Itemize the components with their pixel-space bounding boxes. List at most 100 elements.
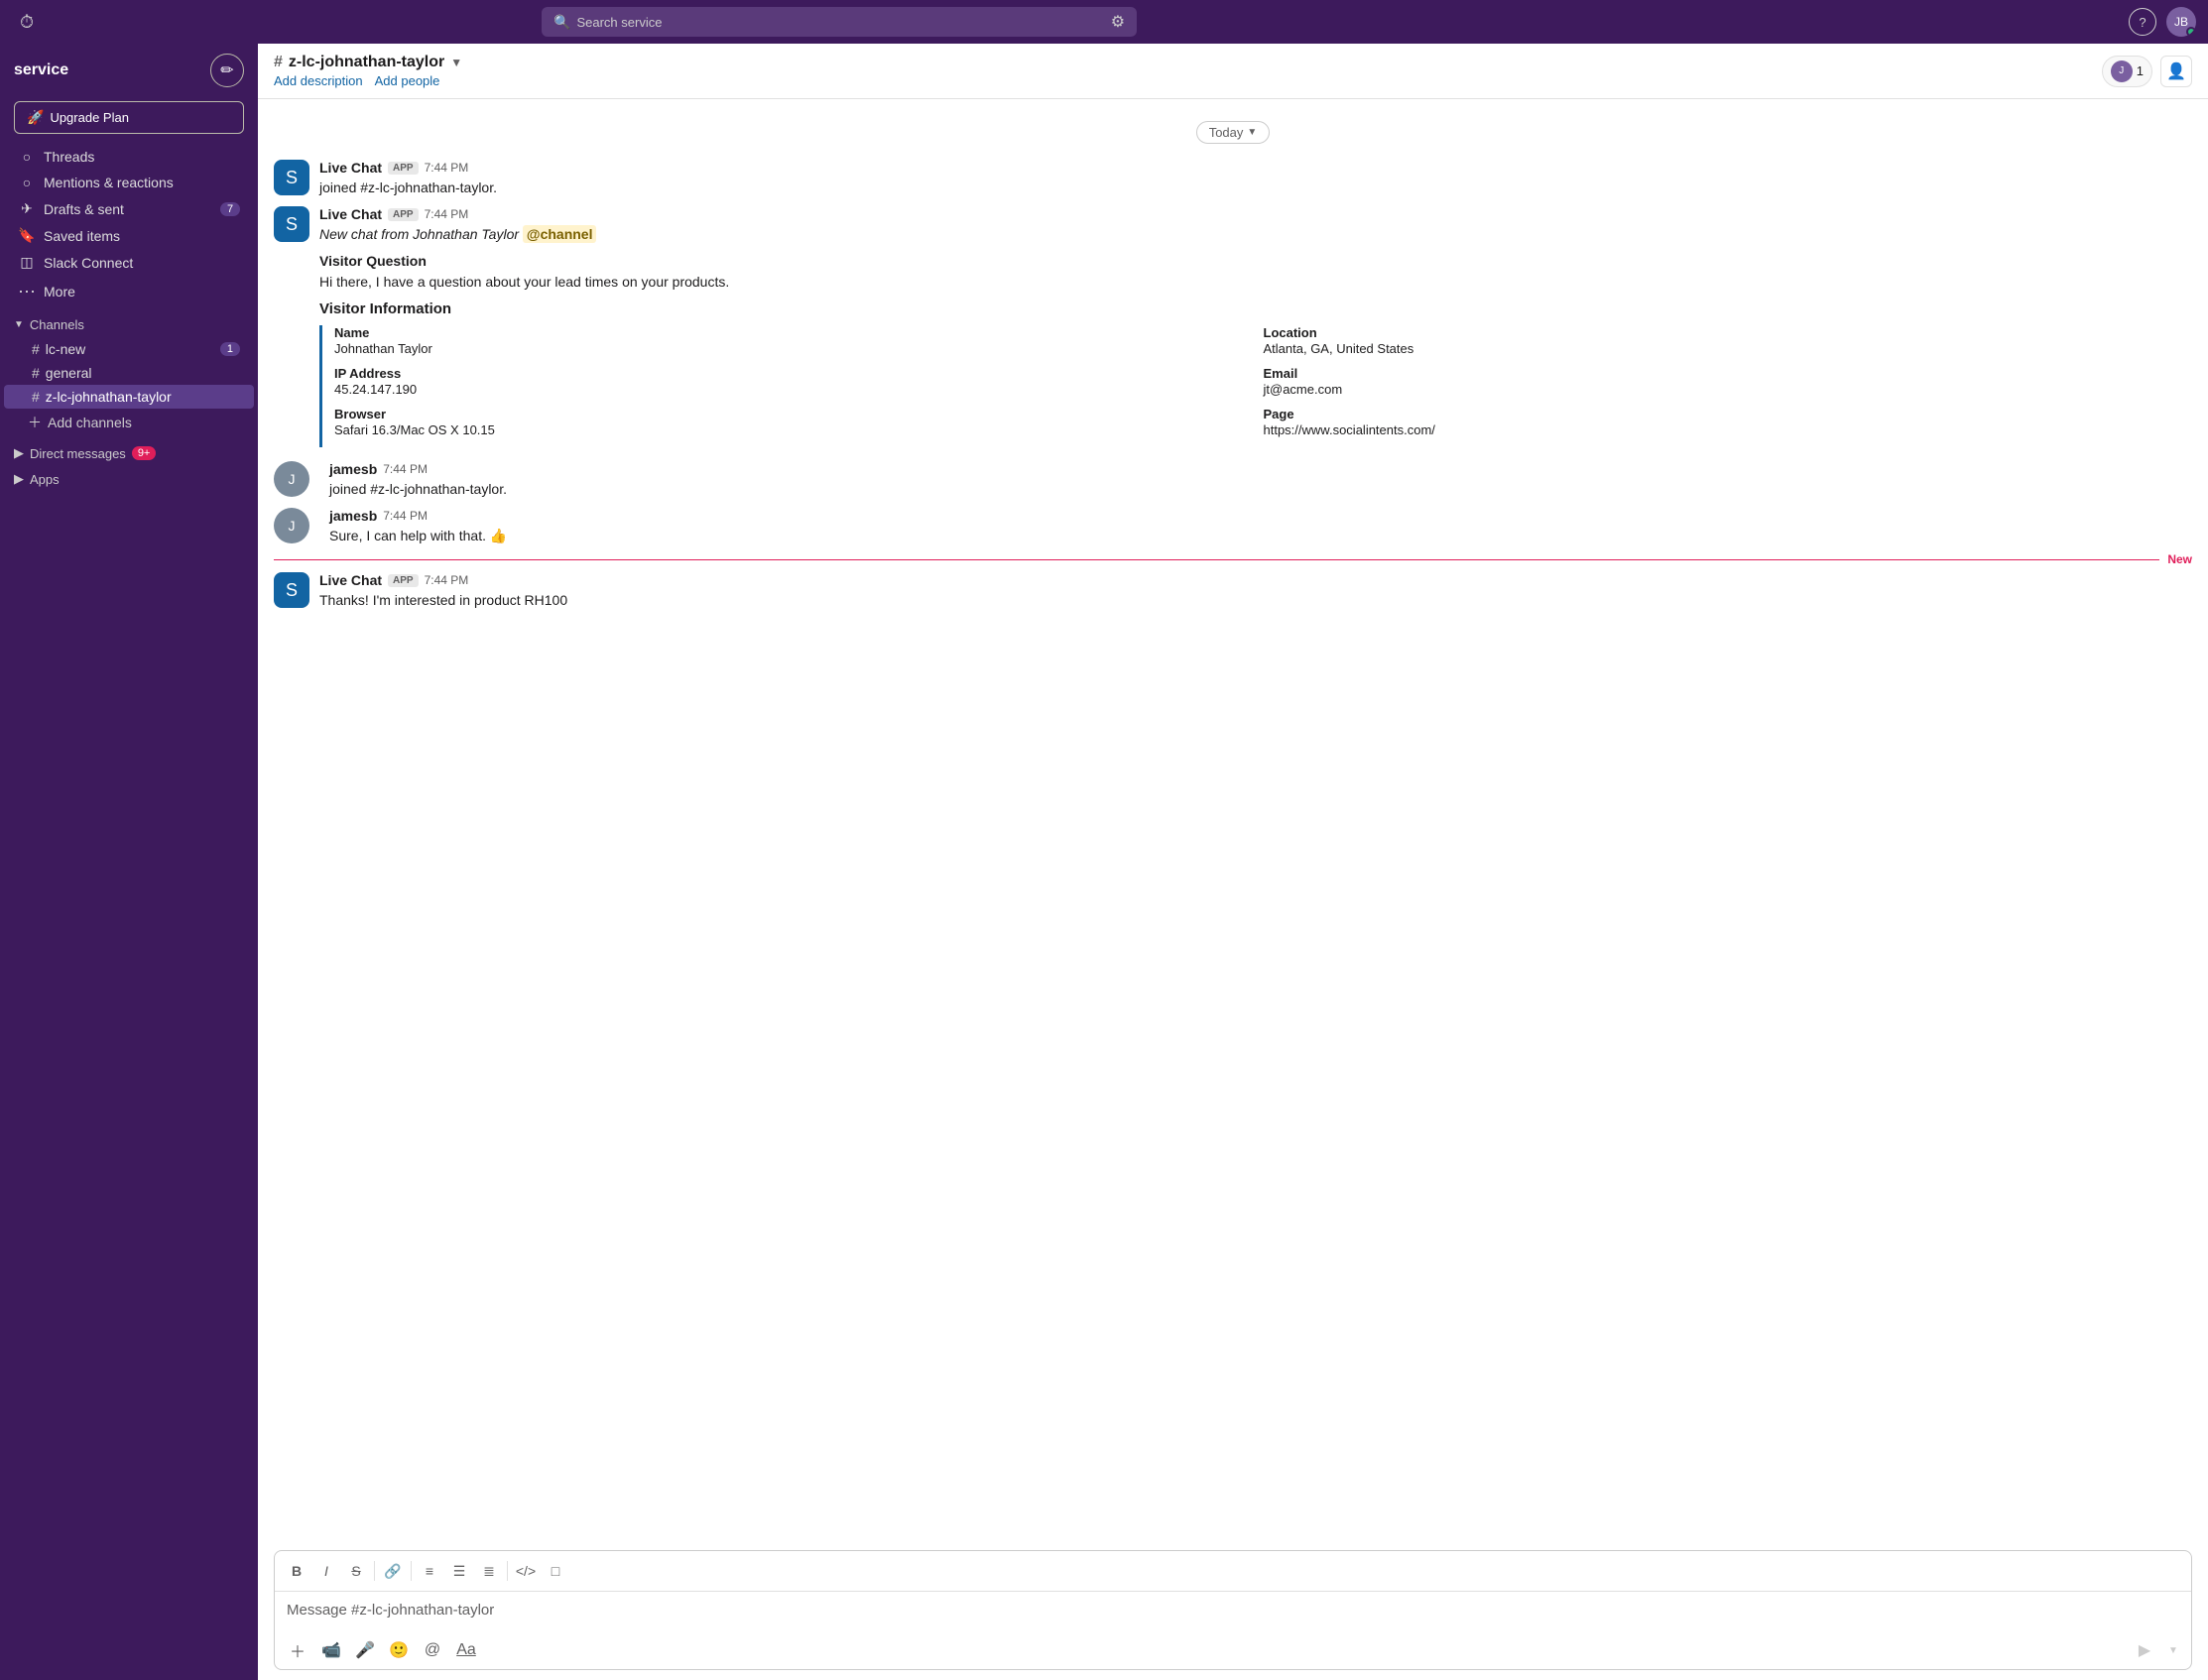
history-btn[interactable]: ⏱: [12, 8, 42, 37]
message-header-5: Live Chat APP 7:44 PM: [319, 572, 2192, 588]
message-time-5: 7:44 PM: [425, 573, 469, 587]
add-description-link[interactable]: Add description: [274, 73, 363, 88]
message-row: S Live Chat APP 7:44 PM New chat from Jo…: [258, 202, 2208, 457]
search-bar[interactable]: 🔍 Search service ⚙: [542, 7, 1137, 37]
sidebar-item-saved[interactable]: 🔖 Saved items: [4, 222, 254, 249]
emoji-button[interactable]: 🙂: [384, 1635, 414, 1665]
channels-arrow: ▼: [14, 319, 24, 330]
apps-arrow: ▶: [14, 471, 24, 487]
sidebar-item-drafts[interactable]: ✈ Drafts & sent 7: [4, 195, 254, 222]
bold-button[interactable]: B: [283, 1557, 310, 1585]
channels-header[interactable]: ▼ Channels: [0, 312, 258, 337]
attach-button[interactable]: ＋: [283, 1635, 312, 1665]
add-icon: ＋: [28, 413, 42, 432]
visitor-question-label: Visitor Question: [319, 251, 2192, 272]
visitor-info-name: Name Johnathan Taylor: [334, 325, 1264, 356]
upgrade-icon: 🚀: [27, 109, 44, 126]
sidebar-item-threads[interactable]: ○ Threads: [4, 144, 254, 170]
vi-loc-value: Atlanta, GA, United States: [1264, 341, 2193, 356]
channel-item-z-lc[interactable]: # z-lc-johnathan-taylor: [4, 385, 254, 409]
add-channel-item[interactable]: ＋ Add channels: [0, 409, 258, 436]
member-avatar-1: J: [2111, 60, 2133, 82]
message-author: Live Chat: [319, 160, 382, 176]
channel-item-general[interactable]: # general: [4, 361, 254, 385]
user-avatar-top[interactable]: JB: [2166, 7, 2196, 37]
strikethrough-button[interactable]: S: [342, 1557, 370, 1585]
dm-header[interactable]: ▶ Direct messages 9+: [0, 440, 258, 466]
send-button[interactable]: ▶: [2130, 1635, 2159, 1665]
indent-button[interactable]: ≣: [475, 1557, 503, 1585]
visitor-info-section: Visitor Information Name Johnathan Taylo…: [319, 300, 2192, 447]
message-input-area: B I S 🔗 ≡ ☰ ≣ </> □ Message #z-lc-johnat…: [274, 1550, 2192, 1670]
app-badge-5: APP: [388, 574, 419, 587]
message-body-2: Live Chat APP 7:44 PM New chat from John…: [319, 206, 2192, 453]
dm-badge: 9+: [132, 446, 157, 460]
vi-page-value: https://www.socialintents.com/: [1264, 422, 2193, 437]
new-line-left: [274, 559, 2159, 560]
apps-section[interactable]: ▶ Apps: [0, 466, 258, 492]
message-prefix: New chat from Johnathan Taylor: [319, 226, 519, 242]
link-button[interactable]: 🔗: [379, 1557, 407, 1585]
sidebar-item-connect[interactable]: ◫ Slack Connect: [4, 249, 254, 276]
user-avatar-jamesb-2: J: [274, 508, 309, 543]
connect-label: Slack Connect: [44, 255, 240, 271]
ordered-list-button[interactable]: ≡: [416, 1557, 443, 1585]
code-block-button[interactable]: □: [542, 1557, 569, 1585]
channels-label: Channels: [30, 317, 84, 332]
message-time-3: 7:44 PM: [383, 462, 428, 476]
user-avatar-jamesb: J: [274, 461, 309, 497]
channel-mention: @channel: [523, 225, 597, 243]
help-button[interactable]: ?: [2129, 8, 2156, 36]
italic-button[interactable]: I: [312, 1557, 340, 1585]
toolbar-divider-3: [507, 1561, 508, 1581]
message-header-2: Live Chat APP 7:44 PM: [319, 206, 2192, 222]
visitor-question-title: Visitor Question: [319, 253, 427, 269]
vi-name-value: Johnathan Taylor: [334, 341, 1264, 356]
channel-name: general: [46, 365, 240, 381]
add-member-button[interactable]: 👤: [2160, 56, 2192, 87]
message-time-2: 7:44 PM: [425, 207, 469, 221]
compose-button[interactable]: ✏: [210, 54, 244, 87]
vi-loc-label: Location: [1264, 325, 2193, 340]
mentions-icon: ○: [18, 175, 36, 190]
audio-button[interactable]: 🎤: [350, 1635, 380, 1665]
sidebar-item-mentions[interactable]: ○ Mentions & reactions: [4, 170, 254, 195]
code-button[interactable]: </>: [512, 1557, 540, 1585]
sidebar-nav: ○ Threads ○ Mentions & reactions ✈ Draft…: [0, 144, 258, 306]
unordered-list-button[interactable]: ☰: [445, 1557, 473, 1585]
send-dropdown[interactable]: ▼: [2163, 1635, 2183, 1665]
top-bar-right: ? JB: [2129, 7, 2196, 37]
direct-messages-section: ▶ Direct messages 9+: [0, 440, 258, 466]
search-icon: 🔍: [553, 14, 570, 31]
search-text: Search service: [576, 15, 1104, 30]
add-people-link[interactable]: Add people: [375, 73, 440, 88]
channel-dropdown-icon[interactable]: ▼: [450, 56, 462, 69]
message-input[interactable]: Message #z-lc-johnathan-taylor: [275, 1592, 2191, 1631]
member-count: 1: [2137, 63, 2144, 78]
sidebar-item-more[interactable]: ··· More: [4, 276, 254, 306]
toolbar-divider-1: [374, 1561, 375, 1581]
message-header: Live Chat APP 7:44 PM: [319, 160, 2192, 176]
messages-area[interactable]: Today ▼ S Live Chat APP 7:44 PM joined #…: [258, 99, 2208, 1550]
workspace-name[interactable]: service: [14, 61, 68, 79]
saved-icon: 🔖: [18, 227, 36, 244]
filter-icon[interactable]: ⚙: [1111, 12, 1125, 32]
upgrade-plan-button[interactable]: 🚀 Upgrade Plan: [14, 101, 244, 134]
app-badge-2: APP: [388, 208, 419, 221]
channel-item-lc-new[interactable]: # lc-new 1: [4, 337, 254, 361]
video-button[interactable]: 📹: [316, 1635, 346, 1665]
vi-name-label: Name: [334, 325, 1264, 340]
toolbar-divider-2: [411, 1561, 412, 1581]
drafts-badge: 7: [220, 202, 240, 216]
message-author-2: Live Chat: [319, 206, 382, 222]
date-pill[interactable]: Today ▼: [1196, 121, 1271, 144]
mention-button[interactable]: @: [418, 1635, 447, 1665]
format-button[interactable]: Aa: [451, 1635, 481, 1665]
member-avatars[interactable]: J 1: [2102, 56, 2152, 87]
channel-subtitle: Add description Add people: [274, 73, 2102, 88]
message-row: S Live Chat APP 7:44 PM joined #z-lc-joh…: [258, 156, 2208, 202]
drafts-label: Drafts & sent: [44, 201, 212, 217]
app-badge: APP: [388, 162, 419, 175]
channel-name: lc-new: [46, 341, 220, 357]
channel-title[interactable]: # z-lc-johnathan-taylor ▼: [274, 54, 2102, 71]
